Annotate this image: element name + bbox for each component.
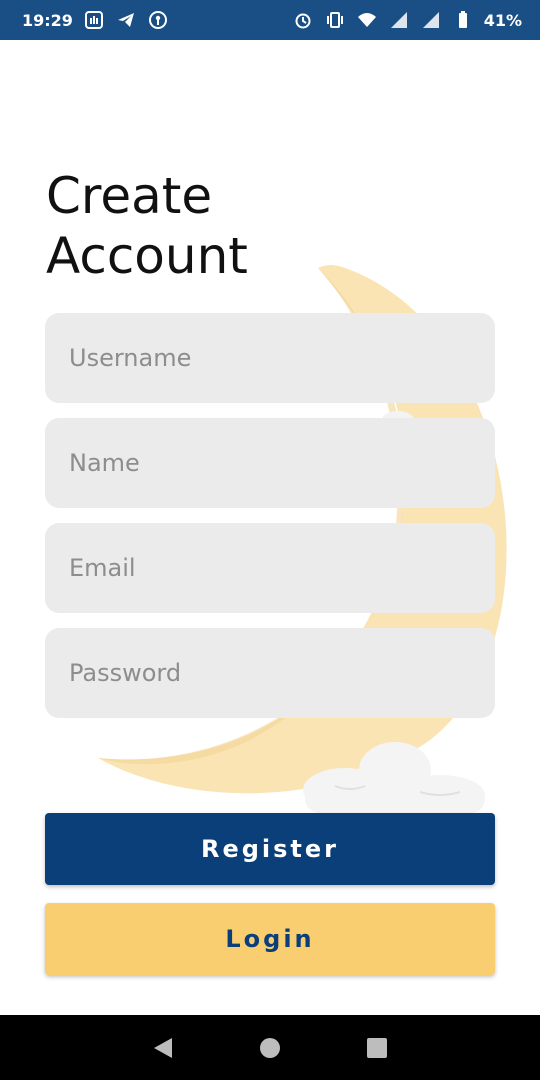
hand-badge-icon bbox=[83, 9, 105, 31]
home-icon[interactable] bbox=[250, 1028, 290, 1068]
status-right: 41% bbox=[292, 9, 522, 31]
alarm-icon bbox=[292, 9, 314, 31]
recents-icon[interactable] bbox=[357, 1028, 397, 1068]
battery-level: 41% bbox=[483, 10, 522, 30]
telegram-icon bbox=[115, 9, 137, 31]
register-button[interactable]: Register bbox=[45, 813, 495, 885]
status-bar: 19:29 41% bbox=[0, 0, 540, 40]
signal-icon bbox=[420, 9, 442, 31]
cloud-large bbox=[303, 742, 485, 815]
status-left: 19:29 bbox=[22, 9, 169, 31]
navigation-bar bbox=[0, 1015, 540, 1080]
page-title: Create Account bbox=[46, 167, 248, 285]
keyhole-icon bbox=[147, 9, 169, 31]
back-icon[interactable] bbox=[143, 1028, 183, 1068]
status-time: 19:29 bbox=[22, 10, 73, 30]
vibrate-icon bbox=[324, 9, 346, 31]
signal-icon bbox=[388, 9, 410, 31]
email-field[interactable] bbox=[45, 523, 495, 613]
battery-icon bbox=[452, 9, 474, 31]
login-button[interactable]: Login bbox=[45, 903, 495, 975]
password-field[interactable] bbox=[45, 628, 495, 718]
wifi-icon bbox=[356, 9, 378, 31]
name-field[interactable] bbox=[45, 418, 495, 508]
username-field[interactable] bbox=[45, 313, 495, 403]
